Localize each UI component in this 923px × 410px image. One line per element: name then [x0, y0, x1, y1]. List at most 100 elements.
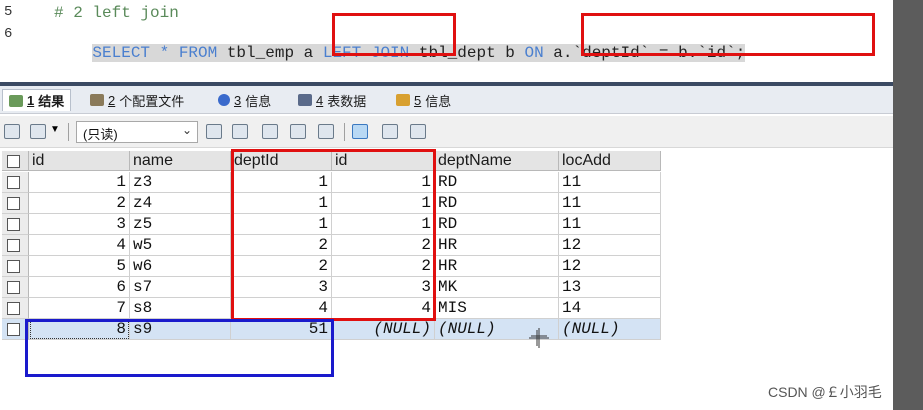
column-header-id[interactable]: id — [29, 151, 130, 171]
cell-id[interactable]: 4 — [29, 235, 130, 256]
watermark: CSDN @￡小羽毛 — [768, 384, 882, 400]
sql-editor[interactable]: 5 6 # 2 left join SELECT * FROM tbl_emp … — [0, 0, 893, 78]
checkbox[interactable] — [7, 239, 20, 252]
readonly-select-value: (只读) — [83, 127, 118, 142]
cell-name[interactable]: z4 — [130, 193, 231, 214]
row-checkbox-cell[interactable] — [2, 214, 29, 235]
tab-label: 结果 — [38, 94, 65, 109]
cell-locadd[interactable]: 14 — [559, 298, 661, 319]
toolbar-separator — [68, 123, 69, 141]
result-grid-icon — [9, 94, 23, 107]
cell-locadd[interactable]: (NULL) — [559, 319, 661, 340]
duplicate-icon[interactable] — [232, 124, 248, 139]
checkbox[interactable] — [7, 155, 20, 168]
info-icon — [218, 94, 230, 106]
cell-id[interactable]: 6 — [29, 277, 130, 298]
left-join-highlight-box — [332, 13, 456, 56]
cell-locadd[interactable]: 11 — [559, 193, 661, 214]
cell-name[interactable]: w6 — [130, 256, 231, 277]
cell-id[interactable]: 7 — [29, 298, 130, 319]
cell-name[interactable]: s7 — [130, 277, 231, 298]
cell-locadd[interactable]: 11 — [559, 172, 661, 193]
tab-results[interactable]: 1 结果 — [2, 89, 72, 111]
row-checkbox-cell[interactable] — [2, 277, 29, 298]
checkbox[interactable] — [7, 197, 20, 210]
cell-deptname[interactable]: RD — [435, 172, 559, 193]
cell-locadd[interactable]: 12 — [559, 256, 661, 277]
cell-name[interactable]: w5 — [130, 235, 231, 256]
cell-id[interactable]: 5 — [29, 256, 130, 277]
toolbar-separator — [344, 123, 345, 141]
tab-number: 5 — [414, 92, 422, 108]
cell-name[interactable]: z3 — [130, 172, 231, 193]
cell-deptname[interactable]: HR — [435, 256, 559, 277]
checkbox[interactable] — [7, 323, 20, 336]
text-view-icon[interactable] — [410, 124, 426, 139]
profile-icon — [90, 94, 104, 106]
row-checkbox-cell[interactable] — [2, 235, 29, 256]
select-all-header[interactable] — [2, 151, 29, 171]
result-tabs: 1 结果 2 个配置文件 3 信息 4 表数据 5 信息 — [0, 82, 893, 114]
column-header-name[interactable]: name — [130, 151, 231, 171]
crosshair-cursor-icon — [529, 328, 549, 348]
cell-deptname[interactable]: MIS — [435, 298, 559, 319]
chevron-down-icon: ⌄ — [181, 123, 192, 137]
copy-row-icon[interactable] — [206, 124, 222, 139]
cell-deptname[interactable]: RD — [435, 214, 559, 235]
save-icon[interactable] — [262, 124, 278, 139]
row-checkbox-cell[interactable] — [2, 256, 29, 277]
cell-dept-id[interactable]: (NULL) — [332, 319, 435, 340]
tab-label: 表数据 — [327, 93, 367, 109]
tab-number: 1 — [27, 93, 35, 108]
table-data-icon — [298, 94, 312, 106]
insert-row-icon[interactable] — [4, 124, 20, 139]
tab-info[interactable]: 3 信息 — [218, 89, 271, 111]
cell-locadd[interactable]: 12 — [559, 235, 661, 256]
checkbox[interactable] — [7, 281, 20, 294]
grid-view-icon[interactable] — [352, 124, 368, 139]
checkbox[interactable] — [7, 260, 20, 273]
row-checkbox-cell[interactable] — [2, 172, 29, 193]
export-icon[interactable] — [30, 124, 46, 139]
column-header-deptname[interactable]: deptName — [435, 151, 559, 171]
tab-info-2[interactable]: 5 信息 — [396, 89, 451, 111]
cell-name[interactable]: z5 — [130, 214, 231, 235]
code-on-keyword: ON — [524, 44, 544, 62]
tab-table-data[interactable]: 4 表数据 — [298, 89, 366, 111]
join-columns-highlight-box — [231, 149, 436, 321]
window-edge — [893, 0, 923, 410]
tab-label: 个配置文件 — [119, 93, 185, 109]
delete-icon[interactable] — [290, 124, 306, 139]
cell-id[interactable]: 2 — [29, 193, 130, 214]
checkbox[interactable] — [7, 176, 20, 189]
form-view-icon[interactable] — [382, 124, 398, 139]
info-icon — [396, 94, 410, 106]
tab-number: 3 — [234, 92, 242, 108]
readonly-select[interactable]: (只读) ⌄ — [76, 121, 198, 143]
null-row-highlight-box — [25, 319, 334, 377]
code-select-keywords: SELECT * FROM — [92, 44, 227, 62]
tab-profiles[interactable]: 2 个配置文件 — [90, 89, 184, 111]
cell-deptname[interactable]: HR — [435, 235, 559, 256]
refresh-icon[interactable] — [318, 124, 334, 139]
code-comment-line[interactable]: # 2 left join — [54, 4, 179, 22]
line-number: 5 — [4, 4, 13, 20]
chevron-down-icon[interactable]: ▼ — [50, 124, 60, 135]
on-condition-highlight-box — [581, 13, 875, 56]
tab-label: 信息 — [425, 93, 452, 109]
cell-id[interactable]: 3 — [29, 214, 130, 235]
tab-label: 信息 — [245, 93, 272, 109]
cell-locadd[interactable]: 13 — [559, 277, 661, 298]
cell-locadd[interactable]: 11 — [559, 214, 661, 235]
column-header-locadd[interactable]: locAdd — [559, 151, 661, 171]
tab-number: 4 — [316, 92, 324, 108]
line-number-gutter: 5 6 — [0, 0, 42, 78]
cell-deptname[interactable]: RD — [435, 193, 559, 214]
checkbox[interactable] — [7, 218, 20, 231]
cell-deptname[interactable]: MK — [435, 277, 559, 298]
row-checkbox-cell[interactable] — [2, 193, 29, 214]
cell-name[interactable]: s8 — [130, 298, 231, 319]
cell-id[interactable]: 1 — [29, 172, 130, 193]
checkbox[interactable] — [7, 302, 20, 315]
row-checkbox-cell[interactable] — [2, 298, 29, 319]
